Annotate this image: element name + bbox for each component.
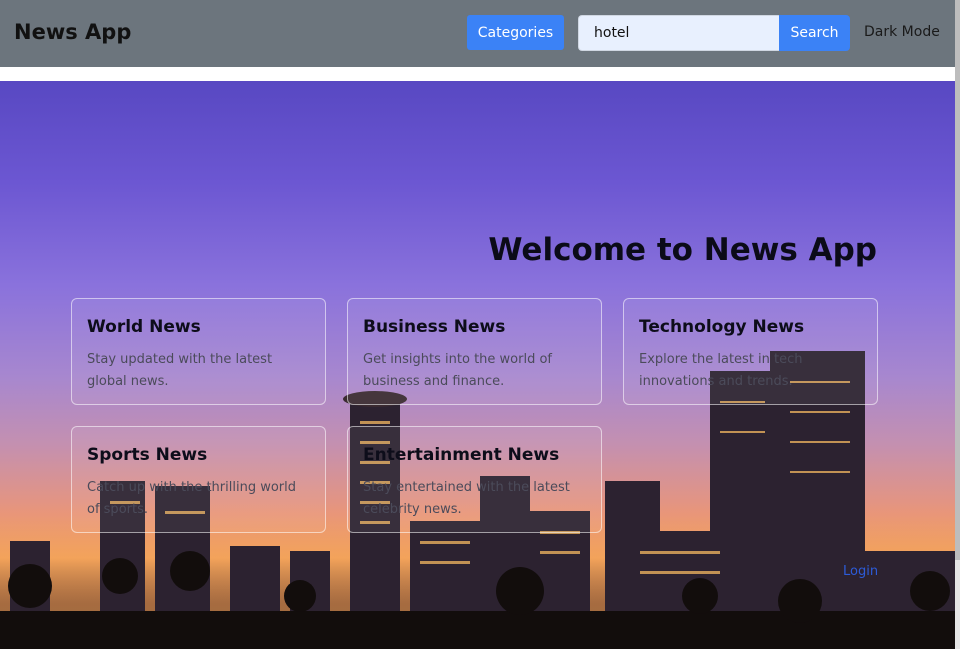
page-scrollbar[interactable] — [955, 0, 960, 649]
card-title: Technology News — [639, 317, 805, 337]
welcome-heading: Welcome to News App — [488, 232, 877, 268]
card-text: Explore the latest in tech innovations a… — [639, 352, 803, 389]
card-business-news[interactable]: Business News Get insights into the worl… — [347, 298, 602, 405]
card-text: Stay entertained with the latest celebri… — [363, 480, 570, 517]
card-title: World News — [87, 317, 201, 337]
categories-button[interactable]: Categories — [467, 15, 564, 50]
dark-mode-toggle[interactable]: Dark Mode — [864, 24, 940, 40]
brand-logo[interactable]: News App — [14, 20, 131, 44]
login-link[interactable]: Login — [843, 564, 878, 579]
card-text: Get insights into the world of business … — [363, 352, 552, 389]
card-title: Business News — [363, 317, 506, 337]
scrollbar-thumb[interactable] — [955, 0, 960, 560]
hero-section: Welcome to News App World News Stay upda… — [0, 81, 955, 649]
card-text: Stay updated with the latest global news… — [87, 352, 273, 389]
card-title: Sports News — [87, 445, 208, 465]
search-button[interactable]: Search — [779, 15, 850, 51]
card-text: Catch up with the thrilling world of spo… — [87, 480, 297, 517]
card-title: Entertainment News — [363, 445, 560, 465]
card-world-news[interactable]: World News Stay updated with the latest … — [71, 298, 326, 405]
card-technology-news[interactable]: Technology News Explore the latest in te… — [623, 298, 878, 405]
search-input[interactable] — [578, 15, 780, 51]
navbar: News App Categories Search Dark Mode — [0, 0, 955, 67]
card-entertainment-news[interactable]: Entertainment News Stay entertained with… — [347, 426, 602, 533]
card-sports-news[interactable]: Sports News Catch up with the thrilling … — [71, 426, 326, 533]
